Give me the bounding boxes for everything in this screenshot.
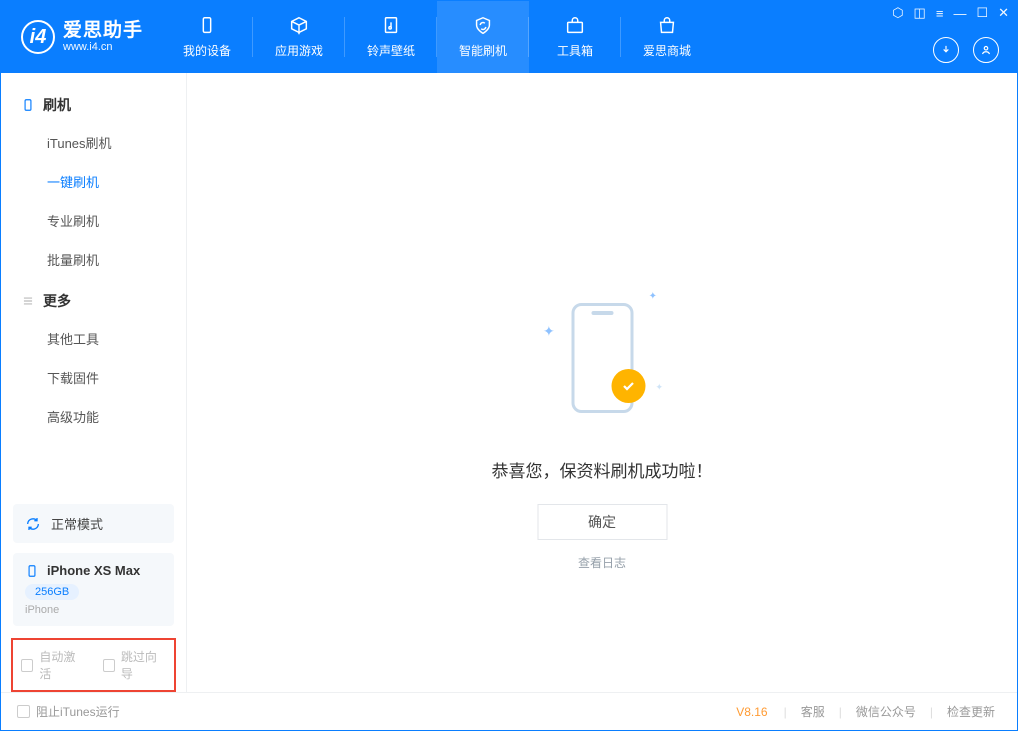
titlebar: i4 爱思助手 www.i4.cn 我的设备 应用游戏 铃声壁纸 智能刷机 工具… xyxy=(1,1,1017,73)
sparkle-icon: ✦ xyxy=(655,382,663,393)
bag-icon xyxy=(656,15,678,37)
download-button[interactable] xyxy=(933,37,959,63)
lock-icon[interactable]: ◫ xyxy=(914,5,926,21)
version-label: V8.16 xyxy=(736,705,767,719)
music-file-icon xyxy=(380,15,402,37)
footer-link-wechat[interactable]: 微信公众号 xyxy=(850,703,922,720)
top-nav: 我的设备 应用游戏 铃声壁纸 智能刷机 工具箱 爱思商城 xyxy=(161,1,713,73)
sidebar-item-advanced[interactable]: 高级功能 xyxy=(1,397,186,436)
nav-my-device[interactable]: 我的设备 xyxy=(161,1,253,73)
header-right-buttons xyxy=(933,37,999,63)
nav-flash[interactable]: 智能刷机 xyxy=(437,1,529,73)
sidebar-item-other-tools[interactable]: 其他工具 xyxy=(1,319,186,358)
cube-icon xyxy=(288,15,310,37)
nav-apps[interactable]: 应用游戏 xyxy=(253,1,345,73)
checkbox-icon xyxy=(21,659,33,672)
footer-right: V8.16 | 客服 | 微信公众号 | 检查更新 xyxy=(736,703,1001,720)
app-url: www.i4.cn xyxy=(63,41,143,53)
sparkle-icon: ✦ xyxy=(543,323,555,340)
footer-link-support[interactable]: 客服 xyxy=(795,703,831,720)
result-panel: ✦ ✦ ✦ 恭喜您，保资料刷机成功啦！ 确定 查看日志 xyxy=(492,283,713,571)
nav-label: 应用游戏 xyxy=(275,42,323,59)
checkbox-auto-activate[interactable]: 自动激活 xyxy=(21,648,85,682)
checkbox-label: 自动激活 xyxy=(39,648,84,682)
logo-icon: i4 xyxy=(21,20,55,54)
app-name: 爱思助手 xyxy=(63,21,143,42)
device-mode[interactable]: 正常模式 xyxy=(13,504,174,543)
sparkle-icon: ✦ xyxy=(649,291,657,302)
separator: | xyxy=(839,705,842,719)
app-logo: i4 爱思助手 www.i4.cn xyxy=(1,1,161,73)
checkbox-skip-guide[interactable]: 跳过向导 xyxy=(103,648,167,682)
ok-button[interactable]: 确定 xyxy=(537,504,667,540)
options-box: 自动激活 跳过向导 xyxy=(11,638,176,692)
nav-label: 工具箱 xyxy=(557,42,593,59)
success-illustration: ✦ ✦ ✦ xyxy=(537,283,667,433)
checkbox-block-itunes[interactable]: 阻止iTunes运行 xyxy=(17,703,120,720)
nav-ringtones[interactable]: 铃声壁纸 xyxy=(345,1,437,73)
success-check-icon xyxy=(611,369,645,403)
list-icon xyxy=(21,294,35,308)
nav-label: 爱思商城 xyxy=(643,42,691,59)
toolbox-icon xyxy=(564,15,586,37)
sidebar: 刷机 iTunes刷机 一键刷机 专业刷机 批量刷机 更多 其他工具 下载固件 … xyxy=(1,73,187,692)
footer-link-update[interactable]: 检查更新 xyxy=(941,703,1001,720)
sidebar-item-download-firmware[interactable]: 下载固件 xyxy=(1,358,186,397)
main-content: ✦ ✦ ✦ 恭喜您，保资料刷机成功啦！ 确定 查看日志 xyxy=(187,73,1017,692)
phone-small-icon xyxy=(25,564,39,578)
device-panel: 正常模式 iPhone XS Max 256GB iPhone xyxy=(13,504,174,626)
sidebar-group-title: 刷机 xyxy=(43,95,71,115)
refresh-shield-icon xyxy=(472,15,494,37)
sidebar-item-batch-flash[interactable]: 批量刷机 xyxy=(1,240,186,279)
checkbox-icon xyxy=(103,659,115,672)
device-name: iPhone XS Max xyxy=(47,563,140,578)
nav-label: 我的设备 xyxy=(183,42,231,59)
separator: | xyxy=(930,705,933,719)
device-mode-label: 正常模式 xyxy=(51,514,103,533)
minimize-button[interactable]: — xyxy=(953,6,966,21)
footer: 阻止iTunes运行 V8.16 | 客服 | 微信公众号 | 检查更新 xyxy=(1,692,1017,730)
device-storage: 256GB xyxy=(25,584,79,600)
device-icon xyxy=(196,15,218,37)
phone-icon xyxy=(21,98,35,112)
close-button[interactable]: ✕ xyxy=(998,5,1009,21)
maximize-button[interactable]: ☐ xyxy=(976,5,988,21)
nav-toolbox[interactable]: 工具箱 xyxy=(529,1,621,73)
device-type: iPhone xyxy=(25,604,162,616)
checkbox-label: 跳过向导 xyxy=(121,648,166,682)
nav-label: 智能刷机 xyxy=(459,42,507,59)
sidebar-group-flash: 刷机 xyxy=(1,83,186,123)
shirt-icon[interactable]: ⬡ xyxy=(892,5,903,21)
checkbox-icon xyxy=(17,705,30,718)
window-small-controls: ⬡ ◫ ≡ — ☐ ✕ xyxy=(892,5,1009,21)
view-log-link[interactable]: 查看日志 xyxy=(578,554,626,571)
separator: | xyxy=(784,705,787,719)
sidebar-item-pro-flash[interactable]: 专业刷机 xyxy=(1,201,186,240)
user-button[interactable] xyxy=(973,37,999,63)
sidebar-item-itunes-flash[interactable]: iTunes刷机 xyxy=(1,123,186,162)
sidebar-group-title: 更多 xyxy=(43,291,71,311)
sidebar-group-more: 更多 xyxy=(1,279,186,319)
body: 刷机 iTunes刷机 一键刷机 专业刷机 批量刷机 更多 其他工具 下载固件 … xyxy=(1,73,1017,692)
sidebar-item-oneclick-flash[interactable]: 一键刷机 xyxy=(1,162,186,201)
device-card[interactable]: iPhone XS Max 256GB iPhone xyxy=(13,553,174,626)
nav-label: 铃声壁纸 xyxy=(367,42,415,59)
checkbox-label: 阻止iTunes运行 xyxy=(36,703,120,720)
nav-store[interactable]: 爱思商城 xyxy=(621,1,713,73)
menu-icon[interactable]: ≡ xyxy=(936,6,944,21)
result-message: 恭喜您，保资料刷机成功啦！ xyxy=(492,457,713,482)
refresh-icon xyxy=(25,516,41,532)
